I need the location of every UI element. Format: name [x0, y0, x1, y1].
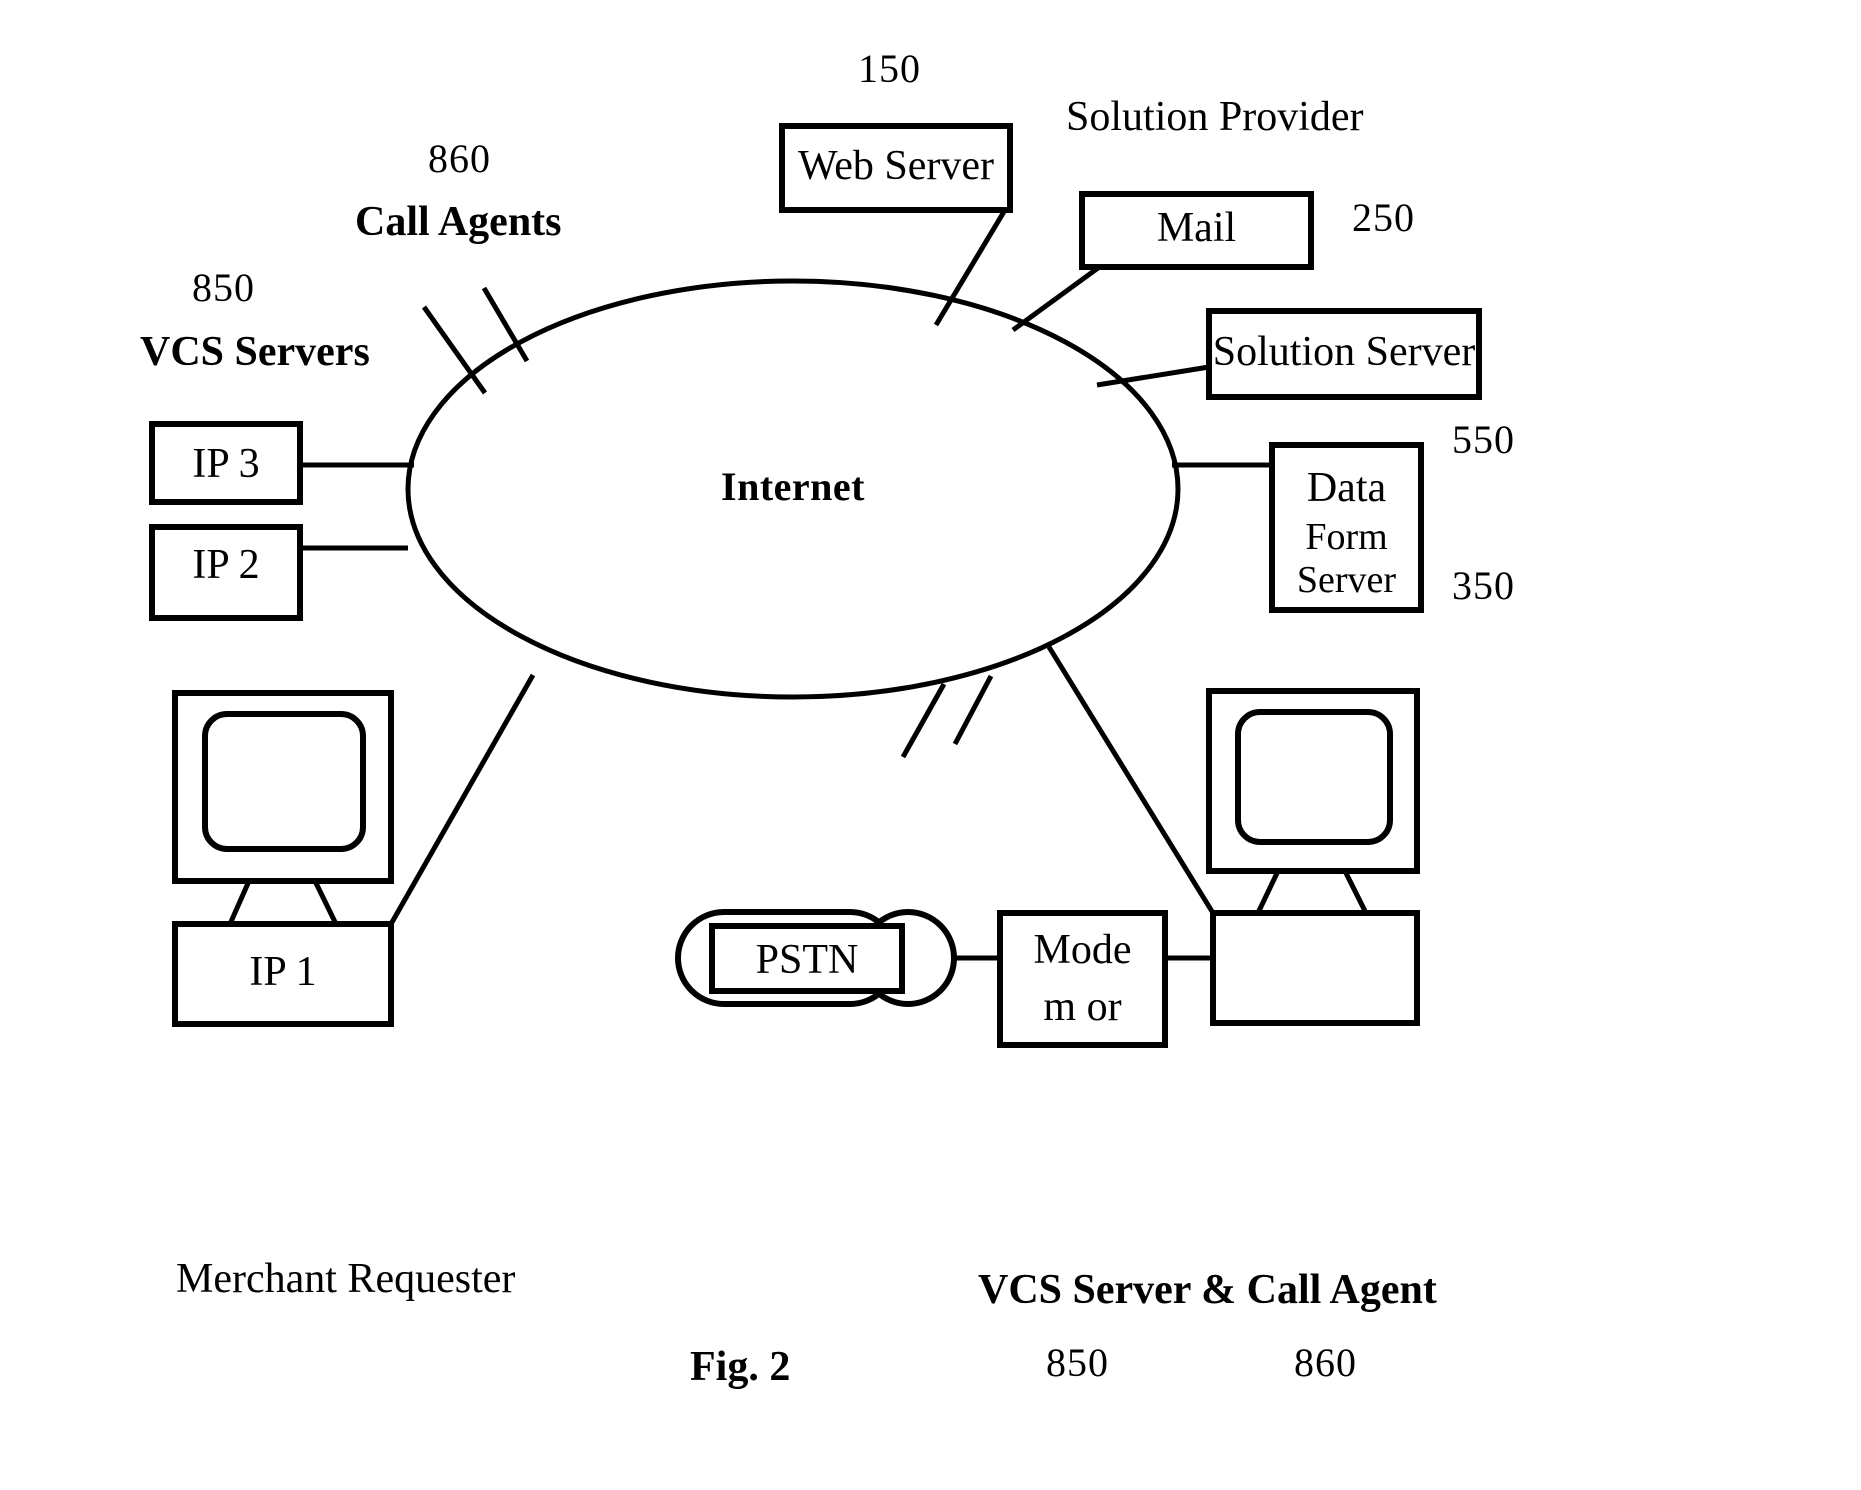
call-agents-label: Call Agents — [355, 199, 562, 245]
vcs-computer-base — [1210, 910, 1420, 1026]
link-mail-to-internet — [1011, 265, 1100, 333]
merchant-requester-label: Merchant Requester — [176, 1256, 516, 1302]
vcs-monitor-stand-right — [1342, 869, 1369, 915]
vcs-monitor-stand-left — [1255, 869, 1281, 915]
ref-number-850-left: 850 — [192, 265, 255, 310]
ref-number-860-bottom: 860 — [1294, 1340, 1357, 1385]
ref-number-850-bottom: 850 — [1046, 1340, 1109, 1385]
ip3-label: IP 3 — [192, 441, 260, 487]
ref-number-350: 350 — [1452, 563, 1515, 608]
ref-number-150: 150 — [858, 46, 921, 91]
modem-label-line1: Mode — [1033, 927, 1132, 973]
merchant-monitor-stand-right — [312, 879, 339, 926]
data-form-server-line2: Form — [1305, 516, 1388, 558]
patent-figure-2: 150 Web Server Solution Provider Mail 25… — [0, 0, 1861, 1490]
vcs-servers-label: VCS Servers — [140, 329, 370, 375]
pstn-label: PSTN — [755, 937, 859, 983]
vcs-server-call-agent-label: VCS Server & Call Agent — [978, 1267, 1437, 1313]
ref-number-250: 250 — [1352, 195, 1415, 240]
internet-label: Internet — [721, 464, 865, 509]
link-merchant-to-internet — [388, 673, 536, 926]
call-agent-tick-1 — [421, 305, 488, 395]
figure-caption: Fig. 2 — [690, 1344, 791, 1390]
merchant-monitor-stand-left — [227, 879, 252, 926]
ip2-label: IP 2 — [192, 542, 260, 588]
data-form-server-line1: Data — [1306, 465, 1387, 511]
merchant-monitor-screen — [202, 711, 366, 852]
data-form-server-line3: Server — [1296, 559, 1397, 601]
ip1-label: IP 1 — [249, 949, 317, 995]
modem-label-line2: m or — [1043, 984, 1122, 1030]
mail-label: Mail — [1156, 205, 1237, 251]
link-vcs-computer-to-internet — [1046, 645, 1216, 915]
call-agent-tick-4 — [952, 674, 994, 746]
call-agent-tick-3 — [900, 682, 947, 759]
solution-provider-label: Solution Provider — [1066, 94, 1364, 140]
solution-server-label: Solution Server — [1212, 329, 1476, 375]
ref-number-860-top: 860 — [428, 136, 491, 181]
ref-number-550: 550 — [1452, 417, 1515, 462]
web-server-label: Web Server — [797, 143, 995, 189]
vcs-monitor-screen — [1235, 709, 1393, 845]
